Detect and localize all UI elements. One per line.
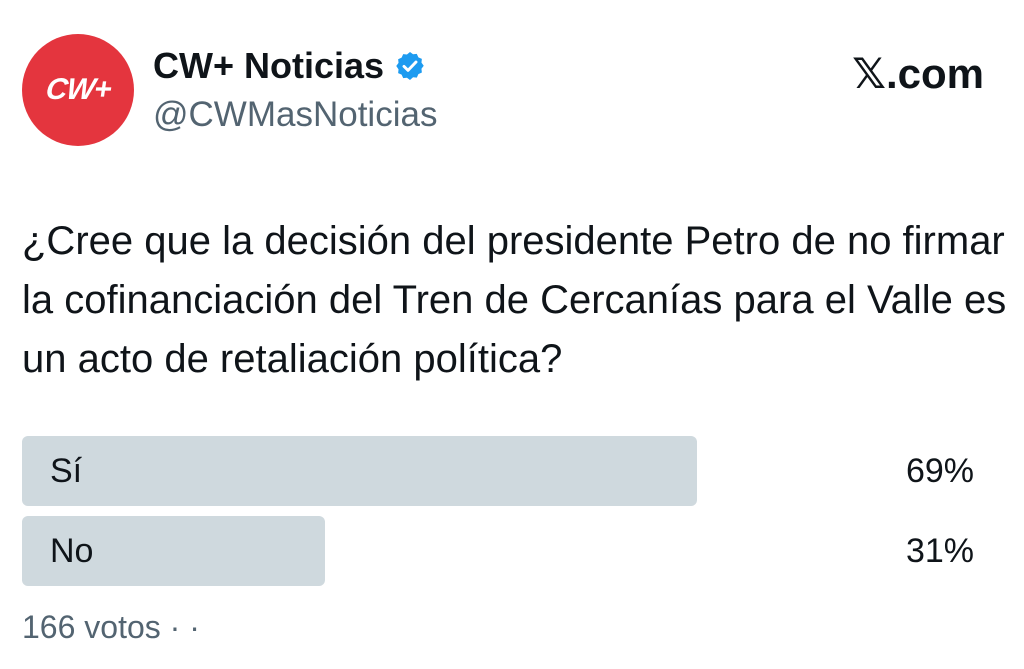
account-name[interactable]: CW+ Noticias — [153, 44, 426, 88]
vote-count: 166 votos · · — [22, 609, 200, 645]
poll-option-label: No — [50, 532, 94, 570]
account-handle[interactable]: @CWMasNoticias — [153, 94, 437, 136]
poll-option-percent: 69% — [905, 452, 974, 490]
verified-badge-icon — [396, 52, 424, 80]
avatar[interactable]: CW+ — [22, 34, 134, 146]
x-logo: 𝕏.com — [852, 50, 984, 97]
display-name[interactable]: CW+ Noticias — [153, 44, 384, 88]
poll-bar-si — [22, 436, 697, 506]
poll-option-percent: 31% — [905, 532, 974, 570]
poll-option-label: Sí — [50, 452, 83, 490]
poll-question: ¿Cree que la decisión del presidente Pet… — [22, 219, 1007, 381]
poll-option-no[interactable]: No 31% — [22, 516, 978, 586]
avatar-logo-text: CW+ — [43, 73, 113, 106]
poll-option-si[interactable]: Sí 69% — [22, 436, 978, 506]
